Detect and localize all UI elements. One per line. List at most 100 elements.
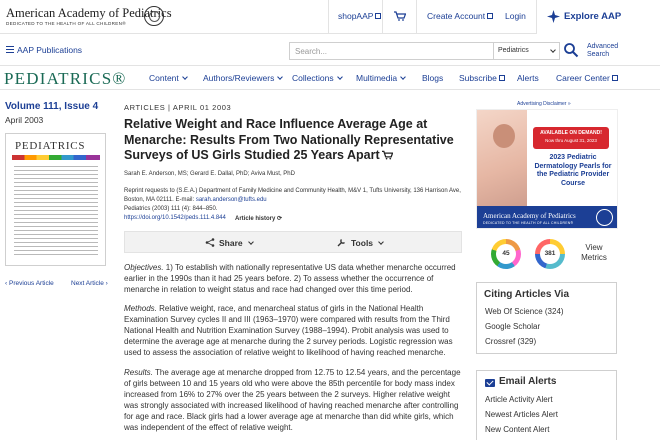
article-meta: ARTICLES | APRIL 01 2003 xyxy=(124,103,231,112)
explore-aap-button[interactable]: Explore AAP xyxy=(537,0,660,34)
doi-link[interactable]: https://doi.org/10.1542/peds.111.4.844 xyxy=(124,215,226,221)
aap-logo[interactable]: American Academy of Pediatrics DEDICATED… xyxy=(6,4,172,30)
email-icon xyxy=(485,379,495,387)
pediatrics-logo[interactable]: PEDIATRICS® xyxy=(4,69,126,89)
crossref-link[interactable]: Crossref (329) xyxy=(485,337,536,346)
email-alerts-title: Email Alerts xyxy=(499,376,557,387)
altmetric-score: 45 xyxy=(496,244,516,264)
altmetric-badge[interactable]: 45 xyxy=(491,239,521,269)
ad-badge-subtitle: Now thru August 31, 2023 xyxy=(545,138,597,143)
nav-authors-reviewers[interactable]: Authors/Reviewers xyxy=(203,73,284,83)
divider xyxy=(328,0,329,34)
email-alerts-box: Email Alerts Article Activity Alert Newe… xyxy=(476,370,617,440)
nav-subscribe[interactable]: Subscribe xyxy=(459,73,505,83)
external-link-icon xyxy=(498,75,505,81)
objectives-heading: Objectives. xyxy=(124,263,164,272)
nav-content-label: Content xyxy=(149,73,179,83)
share-icon xyxy=(205,238,215,247)
next-article-label: Next Article xyxy=(71,280,104,287)
dimensions-badge[interactable]: 381 xyxy=(535,239,565,269)
menu-icon[interactable] xyxy=(6,46,14,53)
ad-org-name: American Academy of Pediatrics xyxy=(483,212,576,220)
chevron-down-icon xyxy=(247,239,254,245)
view-metrics-link[interactable]: View Metrics xyxy=(578,243,610,263)
search-input[interactable] xyxy=(289,42,494,60)
article-activity-alert-link[interactable]: Article Activity Alert xyxy=(485,395,553,404)
nav-subscribe-label: Subscribe xyxy=(459,73,497,83)
advanced-search-line1: Advanced xyxy=(587,43,619,50)
article-history-label: Article history xyxy=(235,216,276,222)
ad-badge: AVAILABLE ON DEMAND! Now thru August 31, … xyxy=(533,127,609,149)
publications-bar: AAP Publications Pediatrics Advanced Sea… xyxy=(0,34,660,66)
previous-article-link[interactable]: ‹ Previous Article xyxy=(5,280,54,287)
citing-articles-box: Citing Articles Via Web Of Science (324)… xyxy=(476,282,617,354)
nav-career-center[interactable]: Career Center xyxy=(556,73,618,83)
advanced-search-link[interactable]: Advanced Search xyxy=(587,43,618,59)
article-date: APRIL 01 2003 xyxy=(172,103,232,112)
article-authors: Sarah E. Anderson, MS; Gerard E. Dallal,… xyxy=(124,171,295,177)
share-button[interactable]: Share xyxy=(205,238,254,248)
shop-aap-label: shopAAP xyxy=(338,11,374,21)
wrench-icon xyxy=(337,239,345,247)
abstract-results: Results. The average age at menarche dro… xyxy=(124,367,464,433)
main-nav: PEDIATRICS® Content Authors/Reviewers Co… xyxy=(0,66,660,90)
abstract-methods: Methods. Relative weight, race, and mena… xyxy=(124,303,464,358)
cover-contents-lines xyxy=(14,166,98,258)
login-link[interactable]: Login xyxy=(505,11,526,21)
nav-content[interactable]: Content xyxy=(149,73,188,83)
search-scope-select[interactable]: Pediatrics xyxy=(494,42,560,60)
search-icon[interactable] xyxy=(563,42,579,58)
cover-title: PEDIATRICS xyxy=(15,140,86,152)
newest-articles-alert-link[interactable]: Newest Articles Alert xyxy=(485,410,558,419)
cart-icon[interactable] xyxy=(394,11,406,21)
view-metrics-line2: Metrics xyxy=(581,253,607,262)
methods-text: Relative weight, race, and menarcheal st… xyxy=(124,304,453,357)
next-article-link[interactable]: Next Article › xyxy=(71,280,108,287)
divider xyxy=(416,0,417,34)
web-of-science-link[interactable]: Web Of Science (324) xyxy=(485,307,564,316)
cart-icon[interactable] xyxy=(381,150,393,160)
ad-footer: American Academy of Pediatrics DEDICATED… xyxy=(477,206,617,228)
advertising-disclaimer-link[interactable]: Advertising Disclaimer » xyxy=(517,101,571,107)
new-content-alert-link[interactable]: New Content Alert xyxy=(485,425,549,434)
tools-button[interactable]: Tools xyxy=(337,238,384,248)
advanced-search-line2: Search xyxy=(587,51,610,58)
tools-label: Tools xyxy=(351,238,374,248)
shop-aap-link[interactable]: shopAAP xyxy=(338,11,382,21)
explore-aap-label: Explore AAP xyxy=(564,11,622,22)
author-email-link[interactable]: sarah.anderson@tufts.edu xyxy=(196,197,267,203)
issue-cover-image[interactable]: PEDIATRICS xyxy=(5,133,106,266)
sparkle-icon xyxy=(547,10,560,23)
previous-article-label: Previous Article xyxy=(8,280,54,287)
methods-heading: Methods. xyxy=(124,304,157,313)
chevron-down-icon xyxy=(400,74,406,80)
top-bar: American Academy of Pediatrics DEDICATED… xyxy=(0,0,660,34)
aap-publications-link[interactable]: AAP Publications xyxy=(17,45,82,55)
external-link-icon xyxy=(487,13,494,19)
nav-multimedia[interactable]: Multimedia xyxy=(356,73,406,83)
ad-org-tagline: DEDICATED TO THE HEALTH OF ALL CHILDREN® xyxy=(483,221,574,225)
issue-date: April 2003 xyxy=(5,115,44,125)
create-account-link[interactable]: Create Account xyxy=(427,11,494,21)
article-history-button[interactable]: Article history ⟳ xyxy=(235,215,282,222)
issue-volume-link[interactable]: Volume 111, Issue 4 xyxy=(5,101,98,112)
nav-alerts[interactable]: Alerts xyxy=(517,73,539,83)
nav-collections[interactable]: Collections xyxy=(292,73,343,83)
article-type: ARTICLES xyxy=(124,103,166,112)
advertisement-banner[interactable]: AVAILABLE ON DEMAND! Now thru August 31, … xyxy=(476,109,618,229)
article-citation: Pediatrics (2003) 111 (4): 844–850. xyxy=(124,206,218,212)
dimensions-score: 381 xyxy=(540,244,560,264)
nav-blogs[interactable]: Blogs xyxy=(422,73,443,83)
external-link-icon xyxy=(375,13,382,19)
aap-logo-tagline: DEDICATED TO THE HEALTH OF ALL CHILDREN® xyxy=(6,21,126,26)
cover-color-stripe xyxy=(12,155,100,160)
nav-collections-label: Collections xyxy=(292,73,334,83)
citing-articles-title: Citing Articles Via xyxy=(484,289,570,300)
meta-separator: | xyxy=(168,103,171,112)
nav-career-center-label: Career Center xyxy=(556,73,610,83)
google-scholar-link[interactable]: Google Scholar xyxy=(485,322,540,331)
article-title: Relative Weight and Race Influence Avera… xyxy=(124,117,464,164)
reprint-info: Reprint requests to (S.E.A.) Department … xyxy=(124,187,464,204)
aap-seal-icon xyxy=(596,209,613,226)
article-title-text: Relative Weight and Race Influence Avera… xyxy=(124,117,454,162)
